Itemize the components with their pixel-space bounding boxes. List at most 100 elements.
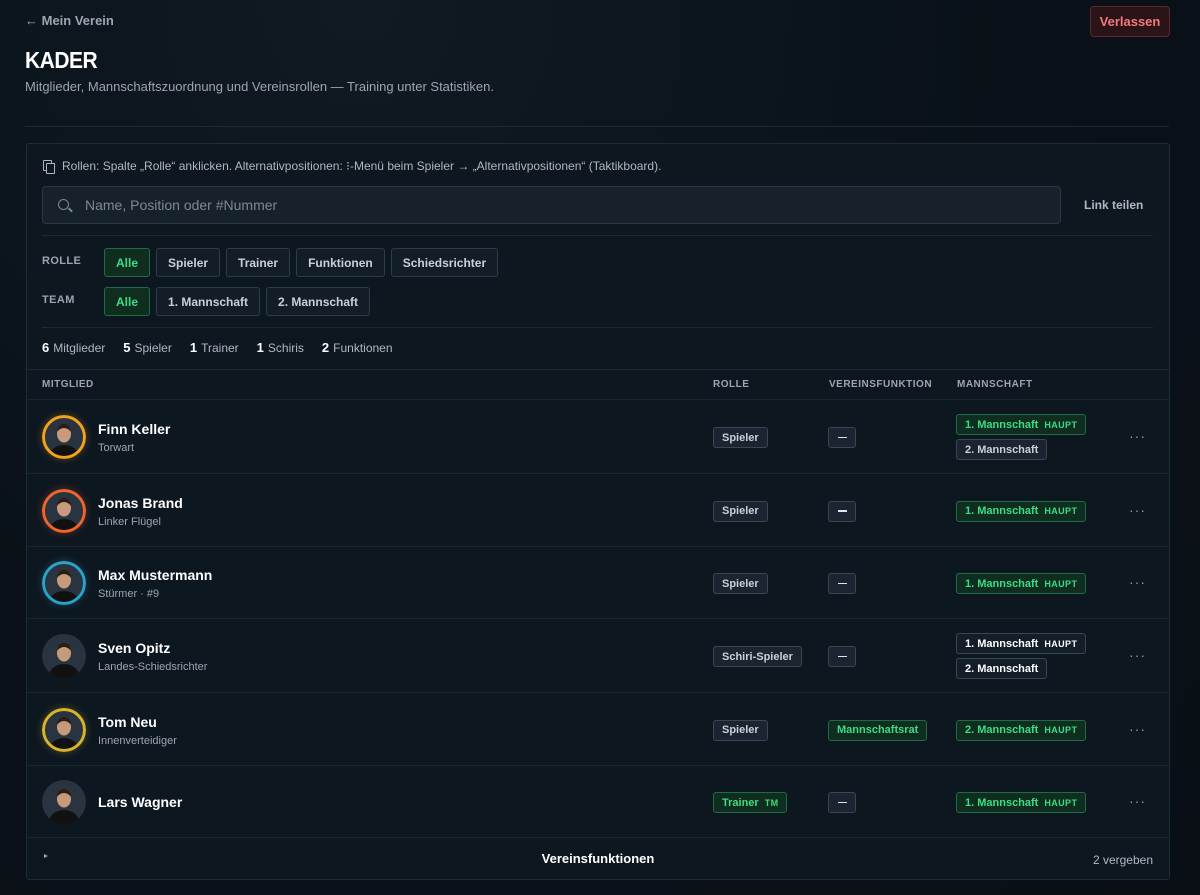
role-filter-chip[interactable]: Funktionen [296,248,385,277]
function-pill[interactable]: Mannschaftsrat [828,719,928,741]
role-label: Trainer [722,796,759,809]
team-label: 1. Mannschaft [965,577,1039,590]
club-functions-section[interactable]: Vereinsfunktionen 2 vergeben [27,837,1169,880]
divider [27,369,1169,370]
divider [42,235,1153,236]
stat-label: Funktionen [333,341,393,355]
role-filter-chip[interactable]: Schiedsrichter [390,248,499,277]
role-pill[interactable]: Spieler [713,719,768,741]
team-pill[interactable]: 1. Mannschaft HAUPT [956,633,1087,654]
team-main-tag: HAUPT [1044,638,1078,649]
role-filter-chip[interactable]: Spieler [156,248,221,277]
team-pill[interactable]: 1. Mannschaft HAUPT [956,792,1087,813]
role-pill[interactable]: Trainer TM [713,792,788,813]
member-name[interactable]: Sven Opitz [98,640,170,656]
team-label: 1. Mannschaft [965,637,1039,650]
member-position: Landes-Schiedsrichter [98,661,208,673]
column-header-role: ROLLE [713,379,750,390]
dash-icon [837,655,847,658]
team-filter-label: TEAM [42,294,75,306]
team-filter-chip[interactable]: 1. Mannschaft [156,287,261,316]
more-options-icon[interactable]: ··· [1129,502,1146,518]
role-filter-chip[interactable]: Trainer [226,248,291,277]
more-options-icon[interactable]: ··· [1129,647,1146,663]
more-options-icon[interactable]: ··· [1129,428,1146,444]
avatar [42,707,86,752]
team-label: 2. Mannschaft [965,443,1039,456]
search-icon [58,199,69,210]
team-label: 2. Mannschaft [965,662,1039,675]
team-filter-chips: Alle 1. Mannschaft 2. Mannschaft [104,287,371,316]
column-header-team: MANNSCHAFT [957,379,1033,390]
divider [42,327,1153,328]
stat-count: 1 [189,340,198,355]
avatar [42,561,86,605]
stat-item: 6 Mitglieder [42,340,105,355]
hint-text: Rollen: Spalte „Rolle“ anklicken. Altern… [62,159,662,173]
team-pill[interactable]: 1. Mannschaft HAUPT [956,414,1087,435]
stat-item: 1 Trainer [190,340,239,355]
club-functions-count: 2 vergeben [1092,853,1153,867]
column-header-function: VEREINSFUNKTION [829,379,933,390]
role-label: Schiri-Spieler [722,650,793,663]
member-name[interactable]: Finn Keller [98,421,170,437]
role-pill[interactable]: Spieler [713,427,768,448]
table-row: Sven Opitz Landes-Schiedsrichter Schiri-Sp… [27,618,1169,692]
role-filter-chip[interactable]: Alle [104,248,151,277]
role-pill[interactable]: Spieler [713,500,768,522]
role-label: Spieler [722,577,759,590]
team-pill[interactable]: 1. Mannschaft HAUPT [956,500,1087,522]
function-empty-button[interactable] [828,646,856,667]
team-pill[interactable]: 2. Mannschaft [956,439,1048,460]
team-filter-chip[interactable]: 2. Mannschaft [266,287,371,316]
stat-count: 5 [123,340,131,355]
role-label: Spieler [722,431,759,444]
leave-button[interactable]: Verlassen [1090,6,1170,37]
dash-icon [837,801,847,804]
team-label: 1. Mannschaft [965,796,1039,809]
team-main-tag: HAUPT [1044,725,1078,735]
member-name[interactable]: Lars Wagner [98,794,182,810]
team-pill[interactable]: 2. Mannschaft [956,658,1048,679]
dash-icon [837,510,847,512]
more-options-icon[interactable]: ··· [1129,574,1146,590]
table-row: Lars Wagner Trainer TM 1. Mannschaft HAUPT ··… [27,765,1169,837]
team-label: 2. Mannschaft [965,724,1039,736]
role-label: Spieler [722,505,759,517]
stat-label: Trainer [201,341,239,355]
stat-item: 1 Schiris [257,340,304,355]
more-options-icon[interactable]: ··· [1129,721,1146,737]
function-empty-button[interactable] [828,792,856,813]
function-empty-button[interactable] [828,427,856,448]
share-link-button[interactable]: Link teilen [1084,198,1143,212]
role-filter-chips: Alle Spieler Trainer Funktionen Schiedsricht… [104,248,499,277]
team-main-tag: HAUPT [1044,506,1078,516]
member-name[interactable]: Jonas Brand [98,495,183,511]
member-name[interactable]: Tom Neu [98,714,157,730]
page-subtitle: Mitglieder, Mannschaftszuordnung und Ver… [25,79,494,94]
dash-icon [837,582,847,585]
stat-label: Spieler [134,341,172,355]
stat-count: 6 [42,340,50,355]
team-filter-chip[interactable]: Alle [104,287,151,316]
search-field[interactable] [42,186,1061,224]
stats-bar: 6 Mitglieder 5 Spieler 1 Trainer 1 Schiris 2 Funk… [42,340,393,355]
dash-icon [837,436,847,439]
role-tag: TM [764,797,779,808]
search-input[interactable] [85,187,1045,223]
role-pill[interactable]: Schiri-Spieler [713,646,802,667]
team-label: 1. Mannschaft [965,505,1039,517]
function-empty-button[interactable] [828,573,856,594]
role-pill[interactable]: Spieler [713,573,768,594]
table-row: Max Mustermann Stürmer · #9 Spieler 1. Mann… [27,546,1169,618]
page-title: KADER [25,48,98,74]
team-label: 1. Mannschaft [965,418,1039,431]
club-functions-title: Vereinsfunktionen [541,851,655,866]
team-pill[interactable]: 2. Mannschaft HAUPT [956,719,1087,741]
function-empty-button[interactable] [828,500,856,522]
back-link[interactable]: ← Mein Verein [25,13,114,28]
more-options-icon[interactable]: ··· [1129,793,1146,809]
team-pill[interactable]: 1. Mannschaft HAUPT [956,573,1087,594]
avatar [42,634,86,678]
member-name[interactable]: Max Mustermann [98,567,212,583]
